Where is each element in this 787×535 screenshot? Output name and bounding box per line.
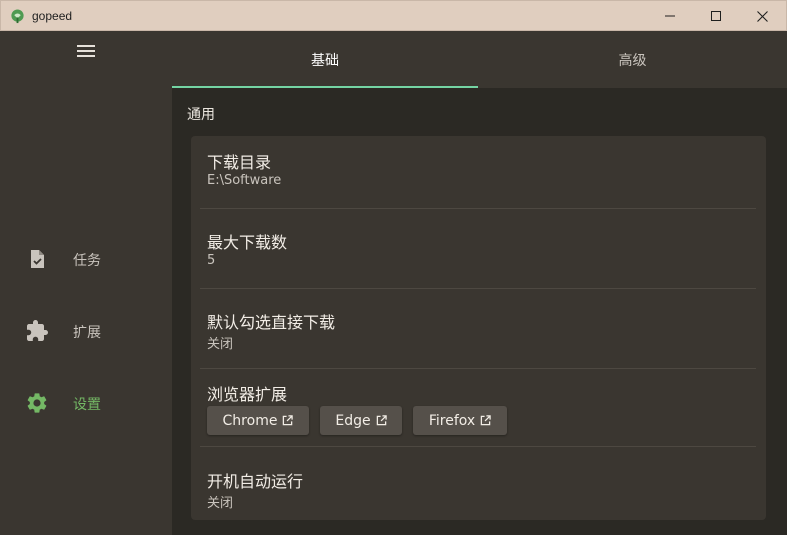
gear-icon	[27, 393, 47, 413]
sidebar: 任务 扩展 设置	[0, 31, 172, 535]
task-file-icon	[31, 250, 44, 268]
sidebar-item-label: 任务	[73, 253, 101, 269]
setting-title: 浏览器扩展	[207, 385, 288, 404]
gopeed-logo-icon	[11, 9, 24, 24]
setting-max-downloads[interactable]: 最大下载数 5	[191, 209, 766, 288]
setting-title: 最大下载数	[207, 233, 288, 252]
minimize-button[interactable]	[647, 1, 693, 31]
edge-extension-button[interactable]: Edge	[320, 406, 402, 435]
chrome-extension-button[interactable]: Chrome	[207, 406, 309, 435]
sidebar-item-extensions[interactable]: 扩展	[0, 311, 172, 351]
sidebar-item-label: 设置	[73, 397, 101, 413]
button-label: Chrome	[222, 412, 278, 429]
setting-value: E:\Software	[207, 173, 282, 188]
tab-bar: 基础 高级	[172, 31, 787, 88]
button-label: Edge	[335, 412, 371, 429]
app-title: gopeed	[32, 9, 73, 23]
setting-title: 下载目录	[207, 153, 272, 172]
setting-value: 关闭	[207, 496, 234, 511]
minimize-icon	[665, 15, 675, 17]
section-title: 通用	[187, 107, 215, 123]
puzzle-icon	[27, 320, 48, 341]
external-link-icon	[376, 415, 387, 426]
setting-title: 默认勾选直接下载	[207, 313, 336, 332]
sidebar-item-tasks[interactable]: 任务	[0, 239, 172, 279]
setting-download-dir[interactable]: 下载目录 E:\Software	[191, 136, 766, 208]
firefox-extension-button[interactable]: Firefox	[413, 406, 507, 435]
hamburger-menu-icon	[77, 45, 95, 57]
sidebar-item-settings[interactable]: 设置	[0, 383, 172, 423]
title-bar: gopeed	[0, 0, 787, 31]
external-link-icon	[480, 415, 491, 426]
button-label: Firefox	[428, 412, 476, 429]
menu-toggle-button[interactable]	[74, 41, 98, 61]
setting-value: 5	[207, 253, 216, 268]
sidebar-item-label: 扩展	[73, 325, 101, 341]
close-icon	[756, 10, 768, 22]
tab-basic[interactable]: 基础	[172, 31, 478, 88]
settings-card: 下载目录 E:\Software 最大下载数 5 默认勾选直接下载 关闭 浏览器…	[191, 136, 766, 520]
external-link-icon	[283, 415, 294, 426]
maximize-button[interactable]	[693, 1, 739, 31]
setting-title: 开机自动运行	[207, 472, 304, 491]
setting-autostart[interactable]: 开机自动运行 关闭	[191, 447, 766, 520]
close-button[interactable]	[739, 1, 785, 31]
tab-advanced[interactable]: 高级	[478, 31, 787, 88]
tab-indicator	[172, 86, 478, 88]
maximize-icon	[711, 11, 721, 21]
setting-default-direct-download[interactable]: 默认勾选直接下载 关闭	[191, 289, 766, 368]
setting-value: 关闭	[207, 337, 234, 352]
main-content: 基础 高级 通用 下载目录 E:\Software 最大下载数 5 默认勾选直接…	[172, 31, 787, 535]
